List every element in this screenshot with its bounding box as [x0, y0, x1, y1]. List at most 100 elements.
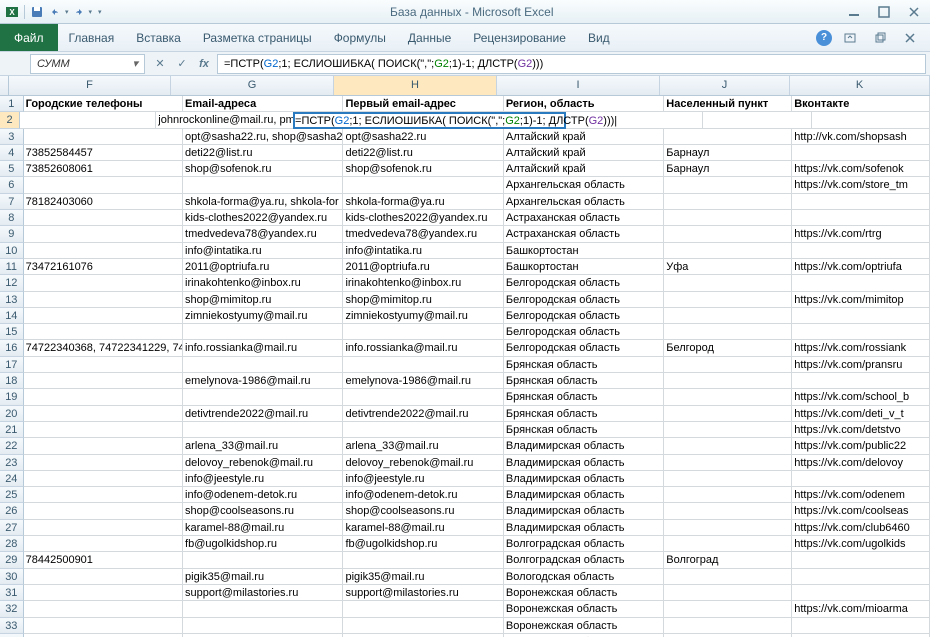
cell[interactable] [664, 389, 792, 405]
cell[interactable]: shop@coolseasons.ru [343, 503, 503, 519]
cell[interactable]: 78182403060 [24, 194, 183, 210]
row-header[interactable]: 6 [0, 177, 24, 193]
cell[interactable]: http://vk.com/shopsash [792, 129, 930, 145]
cell[interactable] [24, 487, 183, 503]
cell[interactable]: karamel-88@mail.ru [343, 520, 503, 536]
tab-page-layout[interactable]: Разметка страницы [192, 24, 323, 51]
cell[interactable]: info@intatika.ru [343, 243, 503, 259]
cell[interactable] [664, 618, 792, 634]
cell[interactable]: deti22@list.ru [343, 145, 503, 161]
cell[interactable] [24, 308, 183, 324]
cell[interactable]: https://vk.com/delovoy [792, 455, 930, 471]
cell[interactable]: Архангельская область [504, 177, 664, 193]
row-header[interactable]: 2 [0, 112, 20, 128]
cell[interactable]: Владимирская область [504, 455, 664, 471]
minimize-button[interactable] [842, 4, 866, 20]
row-header[interactable]: 10 [0, 243, 24, 259]
cell[interactable]: arlena_33@mail.ru [183, 438, 343, 454]
cell[interactable]: johnrockonline@mail.ru, pmdis [156, 112, 293, 128]
cell[interactable] [24, 275, 183, 291]
cell[interactable]: karamel-88@mail.ru [183, 520, 343, 536]
row-header[interactable]: 11 [0, 259, 24, 275]
cell[interactable]: 2011@optriufa.ru [343, 259, 503, 275]
tab-data[interactable]: Данные [397, 24, 462, 51]
save-icon[interactable] [29, 4, 45, 20]
tab-view[interactable]: Вид [577, 24, 621, 51]
row-header[interactable]: 17 [0, 357, 24, 373]
cell[interactable] [24, 357, 183, 373]
cell[interactable] [24, 243, 183, 259]
cell[interactable]: Белгородская область [504, 308, 664, 324]
cell[interactable] [792, 243, 930, 259]
cell[interactable] [664, 569, 792, 585]
cell[interactable] [24, 520, 183, 536]
cell[interactable]: https://vk.com/detstvo [792, 422, 930, 438]
cell[interactable] [792, 569, 930, 585]
cell[interactable]: shop@coolseasons.ru [183, 503, 343, 519]
cell[interactable]: delovoy_rebenok@mail.ru [183, 455, 343, 471]
cell[interactable] [792, 324, 930, 340]
cell[interactable]: Архангельская область [504, 194, 664, 210]
cell[interactable]: shop@mimitop.ru [343, 292, 503, 308]
cell[interactable]: Волгоградская область [504, 536, 664, 552]
cell[interactable]: Белгородская область [504, 340, 664, 356]
cell[interactable]: Воронежская область [504, 618, 664, 634]
cell[interactable]: Белгородская область [504, 324, 664, 340]
cell[interactable]: https://vk.com/optriufa [792, 259, 930, 275]
cell[interactable]: detivtrende2022@mail.ru [343, 406, 503, 422]
cell[interactable]: info.rossianka@mail.ru [183, 340, 343, 356]
cell[interactable] [664, 471, 792, 487]
cell[interactable]: delovoy_rebenok@mail.ru [343, 455, 503, 471]
cell[interactable]: zimniekostyumy@mail.ru [343, 308, 503, 324]
cell[interactable]: kids-clothes2022@yandex.ru [183, 210, 343, 226]
cell[interactable]: Владимирская область [504, 520, 664, 536]
cell[interactable] [792, 210, 930, 226]
cell-header[interactable]: Первый email-адрес [343, 96, 503, 112]
redo-dropdown-icon[interactable]: ▾ [89, 8, 93, 16]
row-header[interactable]: 9 [0, 226, 24, 242]
cell[interactable]: arlena_33@mail.ru [343, 438, 503, 454]
cell-header[interactable]: Регион, область [504, 96, 664, 112]
cell[interactable] [24, 618, 183, 634]
cell[interactable]: https://vk.com/coolseas [792, 503, 930, 519]
cell[interactable]: https://vk.com/mimitop [792, 292, 930, 308]
cell[interactable]: tmedvedeva78@yandex.ru [183, 226, 343, 242]
cell[interactable] [183, 552, 343, 568]
cell[interactable]: detivtrende2022@mail.ru [183, 406, 343, 422]
formula-input[interactable]: =ПСТР(G2;1; ЕСЛИОШИБКА( ПОИСК(",";G2;1)-… [217, 54, 926, 74]
cell[interactable]: 2011@optriufa.ru [183, 259, 343, 275]
cell[interactable]: Брянская область [504, 373, 664, 389]
cell[interactable]: https://vk.com/sofenok [792, 161, 930, 177]
close-button[interactable] [902, 4, 926, 20]
column-header-F[interactable]: F [9, 76, 171, 95]
name-box[interactable]: СУММ ▾ [30, 54, 145, 74]
cell[interactable]: shkola-forma@ya.ru, shkola-for [183, 194, 343, 210]
cell[interactable]: fb@ugolkidshop.ru [183, 536, 343, 552]
column-header-J[interactable]: J [660, 76, 790, 95]
cell[interactable] [664, 520, 792, 536]
cell[interactable] [24, 585, 183, 601]
enter-formula-icon[interactable]: ✓ [173, 55, 191, 73]
cell[interactable] [24, 569, 183, 585]
tab-insert[interactable]: Вставка [125, 24, 192, 51]
cell[interactable] [24, 471, 183, 487]
cell[interactable]: info@jeestyle.ru [343, 471, 503, 487]
cell-header[interactable]: Городские телефоны [24, 96, 183, 112]
row-header[interactable]: 22 [0, 438, 24, 454]
cell[interactable]: deti22@list.ru [183, 145, 343, 161]
cell[interactable]: shop@sofenok.ru [343, 161, 503, 177]
cell[interactable] [792, 373, 930, 389]
column-header-G[interactable]: G [171, 76, 334, 95]
cell[interactable] [24, 129, 183, 145]
cell[interactable] [664, 357, 792, 373]
cell[interactable]: Владимирская область [504, 487, 664, 503]
cell[interactable]: info@jeestyle.ru [183, 471, 343, 487]
tab-formulas[interactable]: Формулы [323, 24, 397, 51]
cell[interactable] [343, 177, 503, 193]
cell[interactable] [703, 112, 812, 128]
cell[interactable]: emelynova-1986@mail.ru [343, 373, 503, 389]
cell[interactable]: =ПСТР(G2;1; ЕСЛИОШИБКА( ПОИСК(",";G2;1)-… [293, 112, 566, 128]
cell[interactable] [24, 292, 183, 308]
cell[interactable] [183, 324, 343, 340]
cell[interactable]: kids-clothes2022@yandex.ru [343, 210, 503, 226]
